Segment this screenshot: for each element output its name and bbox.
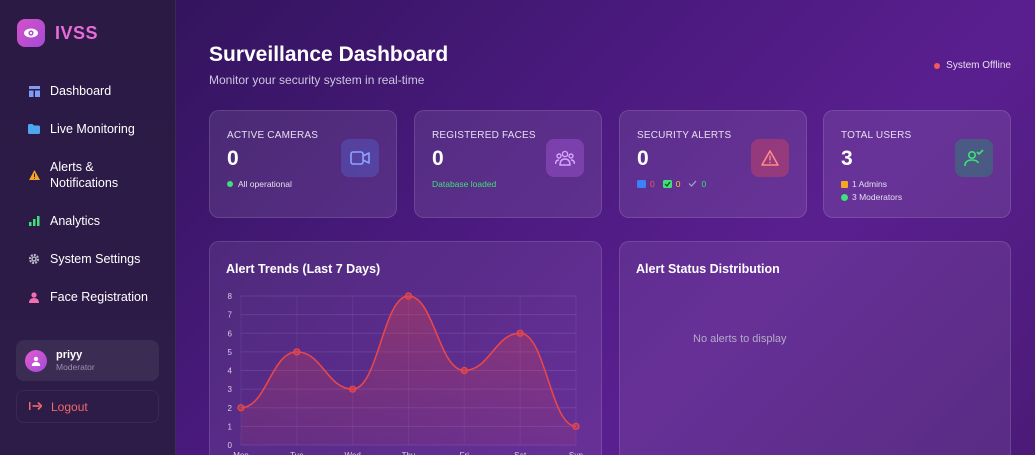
page-subtitle: Monitor your security system in real-tim… [209, 73, 425, 87]
page-title: Surveillance Dashboard [209, 43, 449, 66]
moderators-count: 3 Moderators [852, 192, 903, 202]
eye-icon [17, 19, 45, 47]
system-status: System Offline [934, 60, 1011, 71]
avatar [25, 349, 47, 372]
admin-icon [841, 180, 848, 188]
card-footer: Database loaded [432, 179, 496, 189]
brand[interactable]: IVSS [17, 19, 98, 47]
sidebar-item-analytics[interactable]: Analytics [16, 202, 160, 240]
y-tick-label: 5 [228, 348, 233, 357]
data-point [237, 404, 245, 412]
person-icon [31, 356, 41, 366]
card-footer: 0 0 0 [637, 179, 706, 189]
gear-icon [28, 253, 40, 265]
user-name: priyy [56, 349, 83, 361]
data-point [349, 385, 357, 393]
sidebar-item-label: Live Monitoring [50, 122, 135, 136]
data-point [572, 422, 580, 431]
card-security-alerts[interactable]: SECURITY ALERTS 0 0 0 0 [619, 110, 807, 218]
sidebar-item-alerts[interactable]: Alerts & Notifications [16, 148, 160, 202]
card-footer-text: Database loaded [432, 179, 497, 189]
sidebar-item-label: Dashboard [50, 84, 112, 98]
y-tick-label: 3 [228, 385, 233, 394]
x-tick-label: Wed [345, 451, 361, 455]
sidebar-item-system-settings[interactable]: System Settings [16, 240, 160, 278]
sidebar-item-dashboard[interactable]: Dashboard [16, 72, 160, 110]
x-tick-label: Tue [290, 451, 304, 455]
x-tick-label: Sat [514, 451, 527, 455]
card-registered-faces[interactable]: REGISTERED FACES 0 Database loaded [414, 110, 602, 218]
card-active-cameras[interactable]: ACTIVE CAMERAS 0 All operational [209, 110, 397, 218]
x-tick-label: Sun [569, 451, 583, 455]
y-tick-label: 4 [228, 367, 233, 376]
card-value: 3 [841, 147, 853, 170]
card-label: SECURITY ALERTS [637, 130, 732, 141]
check-icon [688, 179, 697, 189]
alert-distribution-panel: Alert Status Distribution No alerts to d… [619, 241, 1011, 455]
card-footer-text: All operational [238, 179, 292, 189]
sidebar-item-label: Alerts & Notifications [50, 160, 119, 190]
x-tick-label: Thu [402, 451, 416, 455]
person-icon [28, 291, 40, 303]
data-point [516, 329, 524, 337]
card-total-users[interactable]: TOTAL USERS 3 1 Admins 3 Moderators [823, 110, 1011, 218]
card-label: REGISTERED FACES [432, 130, 536, 141]
user-profile[interactable]: priyy Moderator [16, 340, 159, 381]
sidebar: IVSS Dashboard Live Monitoring Alerts & … [0, 0, 176, 455]
status-dot [934, 62, 941, 69]
admins-count: 1 Admins [852, 179, 887, 189]
x-tick-label: Mon [233, 451, 249, 455]
x-tick-label: Fri [460, 451, 470, 455]
y-tick-label: 7 [228, 311, 233, 320]
new-icon [637, 180, 646, 188]
series-area [241, 296, 576, 445]
data-point [293, 348, 301, 356]
data-point [404, 292, 413, 300]
sidebar-item-label: Face Registration [50, 290, 148, 304]
sidebar-item-live-monitoring[interactable]: Live Monitoring [16, 110, 160, 148]
sidebar-item-face-registration[interactable]: Face Registration [16, 278, 160, 316]
logout-icon [29, 400, 43, 414]
resolved-count: 0 [701, 179, 707, 189]
bar-chart-icon [28, 216, 40, 226]
data-point [460, 366, 468, 375]
dashboard-icon [28, 85, 40, 97]
users-icon [546, 139, 584, 177]
check-box-icon [662, 180, 672, 188]
y-tick-label: 1 [228, 422, 233, 431]
acknowledged-count: 0 [675, 179, 681, 189]
y-tick-label: 6 [228, 329, 233, 338]
card-label: TOTAL USERS [841, 130, 912, 141]
sidebar-item-label: System Settings [50, 252, 141, 266]
user-check-icon [955, 139, 993, 177]
card-label: ACTIVE CAMERAS [227, 130, 319, 141]
warning-icon [28, 170, 40, 180]
new-count: 0 [650, 179, 655, 189]
panel-title: Alert Status Distribution [636, 262, 780, 276]
y-tick-label: 8 [228, 292, 233, 301]
alert-trends-chart: 0 1 2 3 4 5 6 7 8 Mon Tue Wed Thu Fri Sat Sun [228, 292, 584, 455]
empty-message: No alerts to display [693, 333, 787, 345]
y-tick-label: 0 [228, 441, 233, 450]
card-value: 0 [637, 147, 649, 170]
alert-triangle-icon [751, 139, 789, 177]
sidebar-nav: Dashboard Live Monitoring Alerts & Notif… [16, 72, 160, 316]
logout-label: Logout [51, 399, 88, 414]
logout-button[interactable]: Logout [16, 390, 159, 423]
card-value: 0 [432, 147, 444, 170]
video-camera-icon [341, 139, 379, 177]
alert-trends-panel: Alert Trends (Last 7 Days) 012345678MonT… [209, 241, 602, 455]
card-footer: 1 Admins 3 Moderators [841, 179, 902, 202]
folder-icon [28, 124, 40, 134]
brand-name: IVSS [55, 22, 99, 43]
moderator-icon [841, 193, 848, 201]
user-role: Moderator [56, 362, 95, 372]
sidebar-item-label: Analytics [50, 214, 101, 228]
y-tick-label: 2 [228, 404, 233, 413]
status-text: System Offline [946, 60, 1011, 71]
card-footer: All operational [227, 179, 292, 189]
status-dot [227, 181, 233, 187]
card-value: 0 [227, 147, 239, 170]
